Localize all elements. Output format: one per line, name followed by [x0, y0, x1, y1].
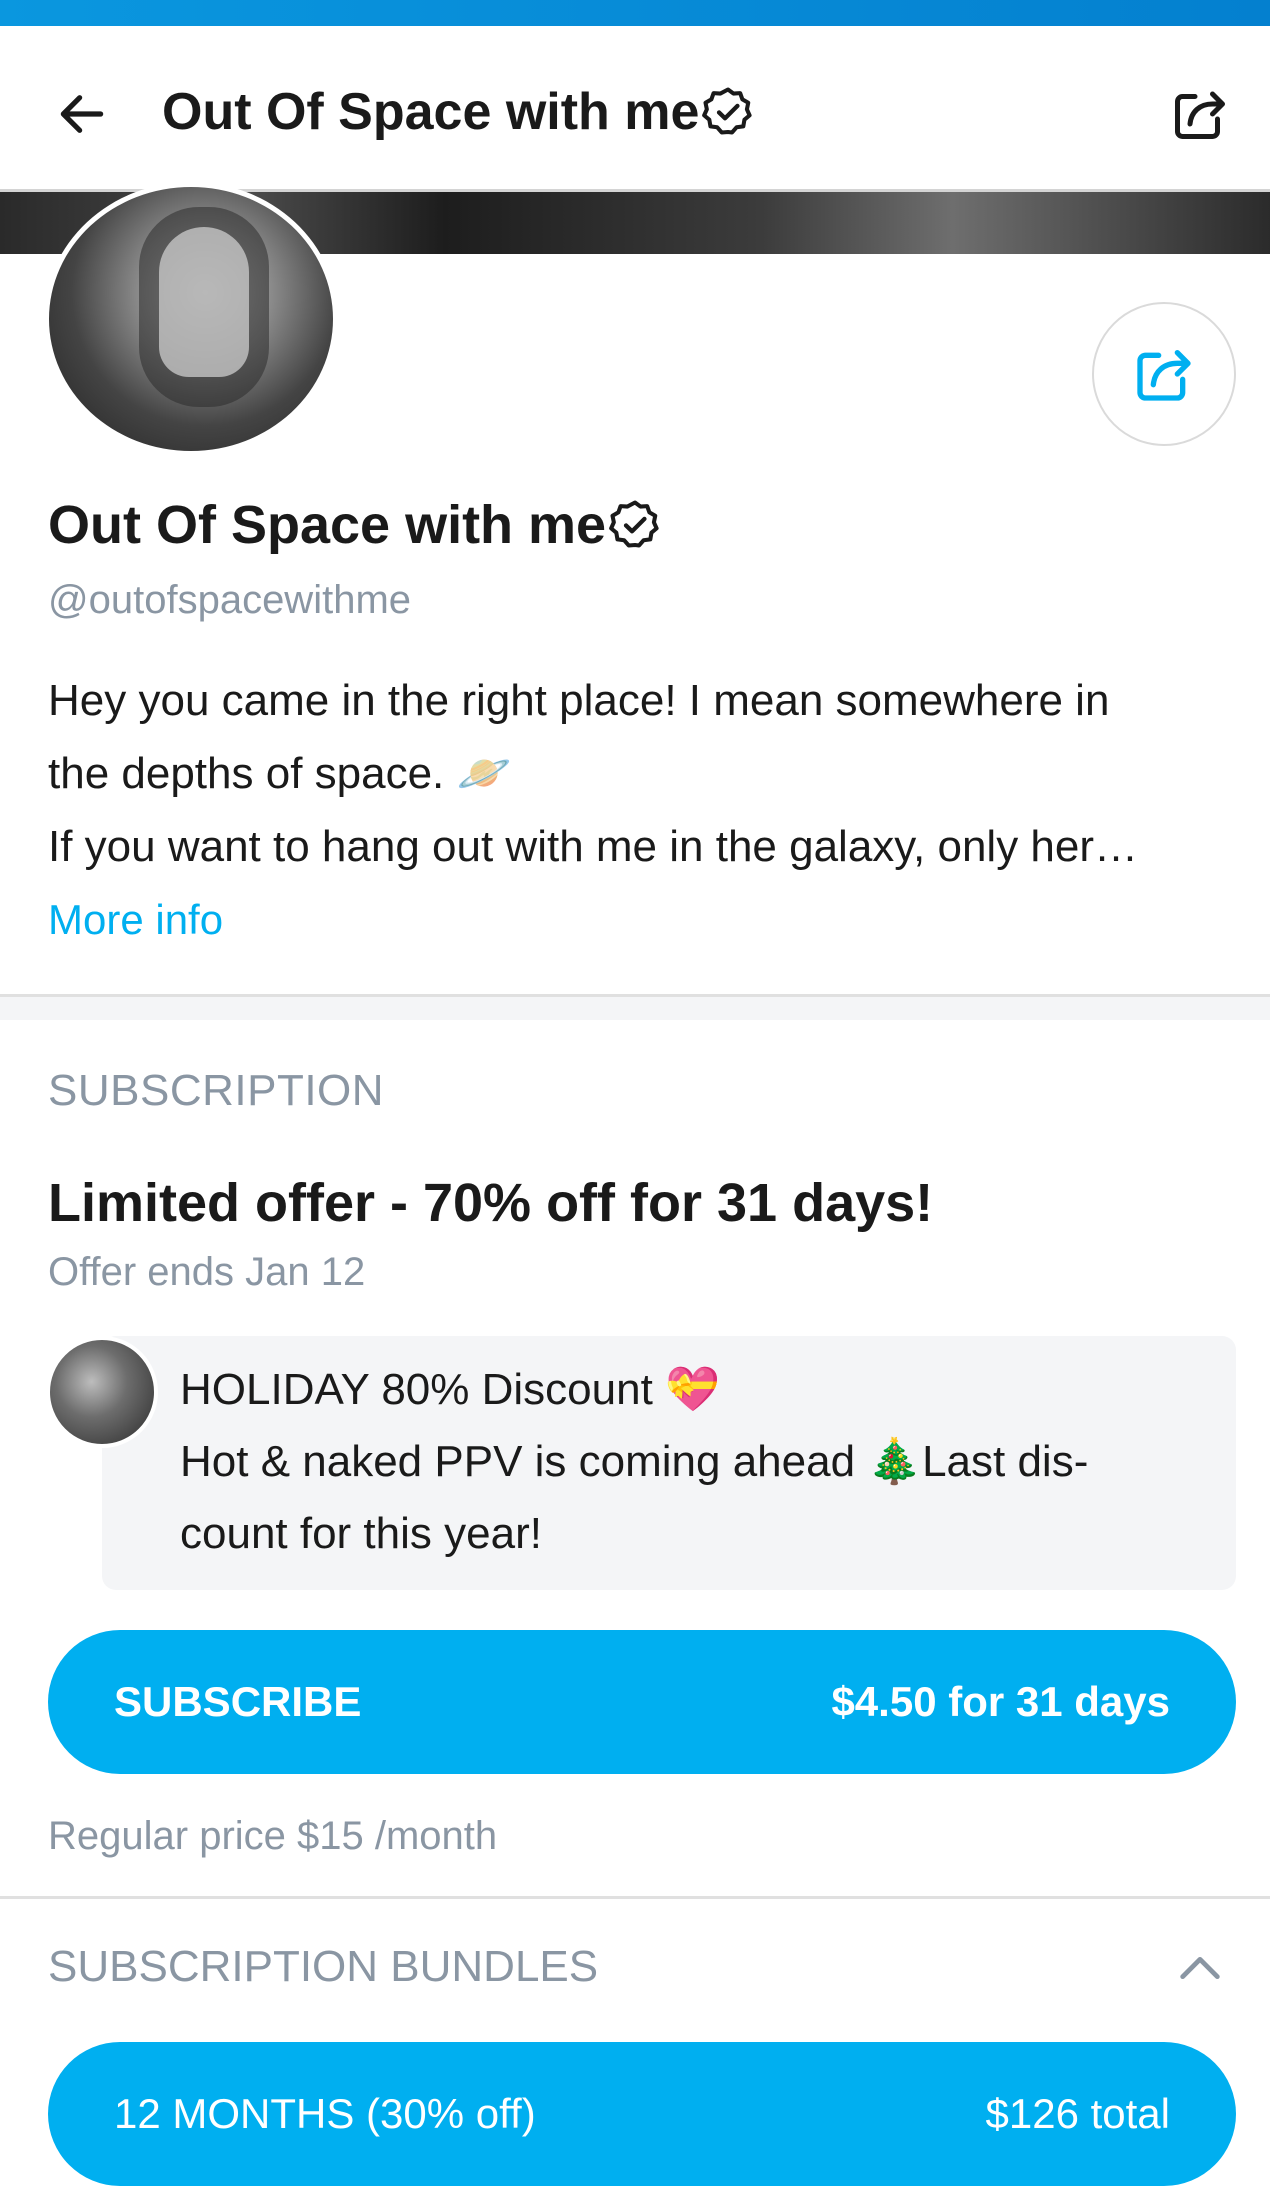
profile-name: Out Of Space with me [48, 494, 662, 556]
bundle-label: 12 MONTHS (30% off) [114, 2090, 536, 2137]
bundle-12-months-button[interactable]: 12 MONTHS (30% off) $126 total [48, 2042, 1236, 2186]
subscription-heading: SUBSCRIPTION [48, 1066, 385, 1115]
share-icon [1137, 350, 1191, 401]
share-icon [1175, 91, 1225, 139]
bio-line: the depths of space. 🪐 [48, 749, 512, 798]
regular-price: Regular price $15 /month [48, 1814, 498, 1858]
subscribe-label: SUBSCRIBE [114, 1678, 362, 1725]
header-title: Out Of Space with me [162, 82, 755, 142]
back-button[interactable] [46, 78, 118, 150]
header-title-text: Out Of Space with me [162, 83, 700, 141]
more-info-link[interactable]: More info [48, 896, 223, 944]
profile-bio: Hey you came in the right place! I mean … [48, 664, 1228, 883]
promo-message-line: Hot & naked PPV is coming ahead 🎄Last di… [180, 1437, 1089, 1486]
subscribe-button[interactable]: SUBSCRIBE $4.50 for 31 days [48, 1630, 1236, 1774]
header-bar: Out Of Space with me [0, 26, 1270, 192]
bio-line: If you want to hang out with me in the g… [48, 822, 1139, 871]
arrow-left-icon [60, 95, 104, 133]
profile-name-text: Out Of Space with me [48, 495, 607, 555]
promo-message-line: HOLIDAY 80% Discount 💝 [180, 1365, 720, 1414]
profile-share-button[interactable] [1092, 302, 1236, 446]
offer-ends: Offer ends Jan 12 [48, 1250, 366, 1294]
bundle-price: $126 total [985, 2090, 1171, 2137]
profile-handle: @outofspacewithme [48, 578, 412, 622]
bundles-heading: SUBSCRIPTION BUNDLES [48, 1942, 599, 1991]
subscribe-price: $4.50 for 31 days [831, 1678, 1170, 1725]
bundles-collapse-button[interactable] [1170, 1938, 1230, 1998]
message-avatar [46, 1336, 158, 1448]
chevron-up-icon [1180, 1956, 1220, 1980]
section-divider [0, 994, 1270, 1020]
promo-message: HOLIDAY 80% Discount 💝 Hot & naked PPV i… [180, 1354, 1210, 1570]
bio-line: Hey you came in the right place! I mean … [48, 676, 1110, 725]
verified-badge-icon [702, 87, 753, 135]
verified-badge-icon [609, 500, 659, 548]
promo-message-line: count for this year! [180, 1509, 542, 1558]
section-divider [0, 1896, 1270, 1899]
avatar[interactable] [44, 182, 338, 456]
top-accent-strip [0, 0, 1270, 26]
offer-title: Limited offer - 70% off for 31 days! [48, 1173, 934, 1233]
header-share-button[interactable] [1164, 78, 1236, 150]
